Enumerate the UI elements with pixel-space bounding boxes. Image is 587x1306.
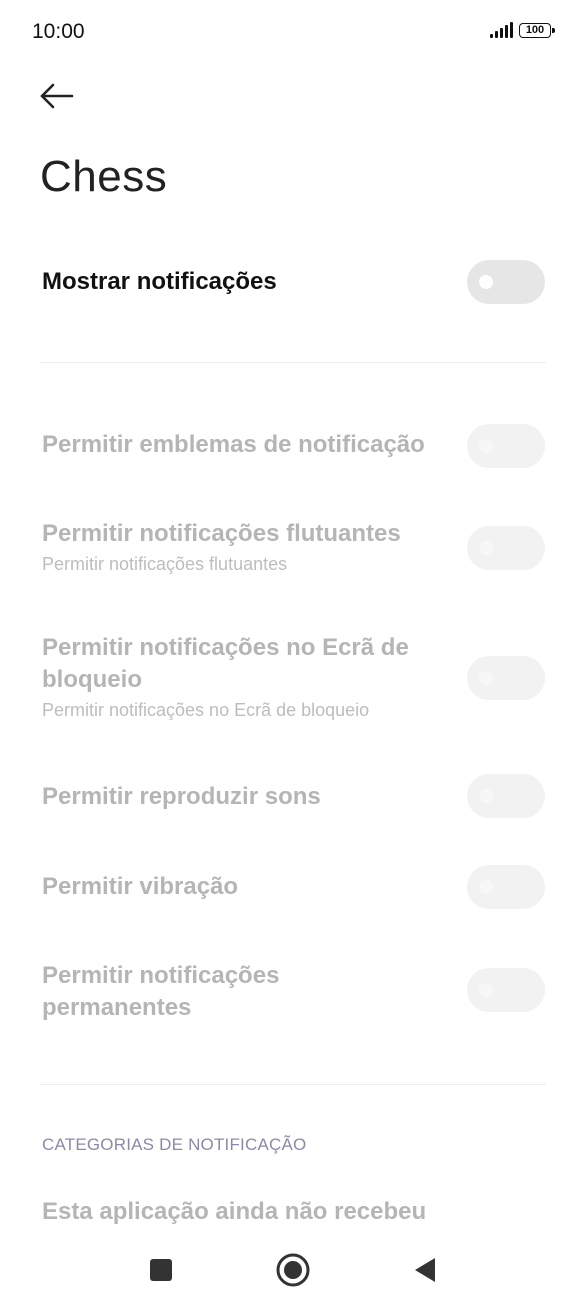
floating-notifications-toggle[interactable] bbox=[467, 526, 545, 570]
setting-label: Permitir notificações no Ecrã de bloquei… bbox=[42, 634, 409, 693]
battery-icon: 100 bbox=[519, 22, 555, 38]
toggle-knob bbox=[479, 439, 493, 453]
toggle-knob bbox=[479, 275, 493, 289]
toggle-knob bbox=[479, 880, 493, 894]
toggle-knob bbox=[479, 983, 493, 997]
toggle-knob bbox=[479, 789, 493, 803]
square-icon bbox=[150, 1259, 172, 1281]
toggle-knob bbox=[479, 541, 493, 555]
circle-icon bbox=[276, 1253, 310, 1287]
back-button[interactable] bbox=[36, 76, 84, 120]
lockscreen-notifications-row[interactable]: Permitir notificações no Ecrã de bloquei… bbox=[42, 632, 462, 722]
recents-button[interactable] bbox=[139, 1248, 183, 1292]
page-title: Chess bbox=[40, 152, 168, 201]
sounds-toggle[interactable] bbox=[467, 774, 545, 818]
categories-empty-message: Esta aplicação ainda não recebeu bbox=[42, 1198, 427, 1225]
status-time: 10:00 bbox=[32, 20, 85, 43]
battery-level: 100 bbox=[525, 23, 545, 36]
categories-header: CATEGORIAS DE NOTIFICAÇÃO bbox=[42, 1135, 307, 1154]
back-nav-button[interactable] bbox=[403, 1248, 447, 1292]
status-icons: 100 bbox=[490, 22, 555, 38]
badges-toggle[interactable] bbox=[467, 424, 545, 468]
permanent-notifications-toggle[interactable] bbox=[467, 968, 545, 1012]
setting-label: Permitir notificações permanentes bbox=[42, 962, 280, 1021]
show-notifications-toggle[interactable] bbox=[467, 260, 545, 304]
signal-icon bbox=[490, 22, 513, 38]
permanent-notifications-row[interactable]: Permitir notificações permanentes bbox=[42, 960, 382, 1024]
status-bar: 10:00 100 bbox=[0, 0, 587, 64]
vibration-toggle[interactable] bbox=[467, 865, 545, 909]
setting-description: Permitir notificações no Ecrã de bloquei… bbox=[42, 700, 370, 720]
lockscreen-notifications-toggle[interactable] bbox=[467, 656, 545, 700]
triangle-back-icon bbox=[415, 1258, 435, 1282]
navigation-bar bbox=[0, 1232, 587, 1306]
divider bbox=[40, 362, 546, 363]
toggle-knob bbox=[479, 671, 493, 685]
divider bbox=[40, 1084, 546, 1085]
arrow-left-icon bbox=[40, 83, 74, 109]
home-button[interactable] bbox=[271, 1248, 315, 1292]
